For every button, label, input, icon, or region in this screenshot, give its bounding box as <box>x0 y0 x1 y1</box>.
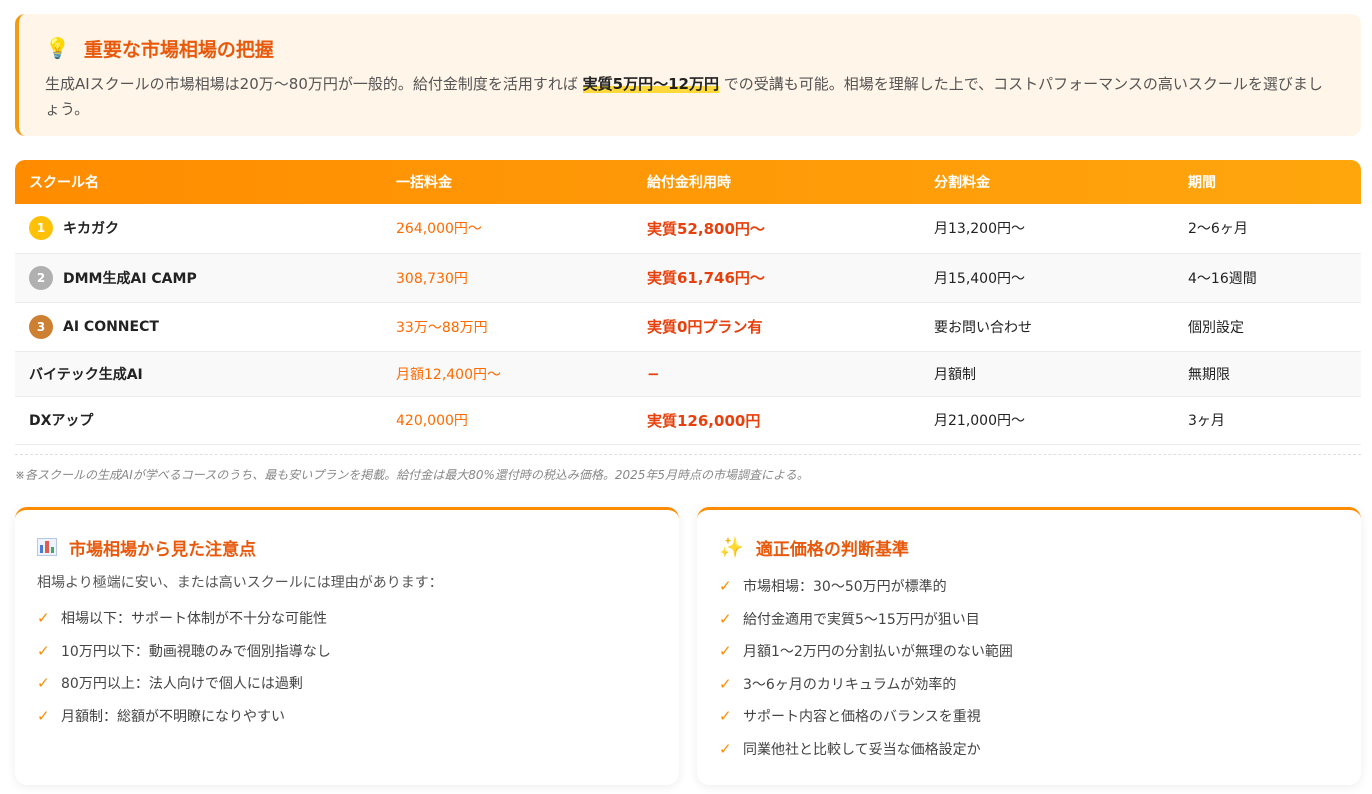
cell-lump-sum: 月額12,400円〜 <box>396 366 501 383</box>
school-name: DXアップ <box>29 413 94 429</box>
caution-card-title: 市場相場から見た注意点 <box>69 539 256 560</box>
check-icon: ✓ <box>719 707 732 726</box>
list-item: ✓ サポート内容と価格のバランスを重視 <box>719 700 1339 733</box>
cell-period: 3ヶ月 <box>1188 413 1225 429</box>
header-subsidy: 給付金利用時 <box>647 175 731 191</box>
criteria-card-title: 適正価格の判断基準 <box>755 539 909 560</box>
cell-installment: 月額制 <box>934 366 976 383</box>
list-item-text: 給付金適用で実質5〜15万円が狙い目 <box>743 611 980 628</box>
cell-installment: 要お問い合わせ <box>934 319 1032 336</box>
cell-subsidy: 実質0円プラン有 <box>647 318 763 336</box>
cell-school-name: 3 AI CONNECT <box>15 302 382 351</box>
cell-period: 4〜16週間 <box>1188 270 1257 287</box>
alert-highlight: 実質5万円〜12万円 <box>582 75 719 93</box>
alert-text: 生成AIスクールの市場相場は20万〜80万円が一般的。給付金制度を活用すれば 実… <box>45 72 1333 122</box>
rank-badge: 1 <box>29 216 53 241</box>
alert-title-row: 💡 重要な市場相場の把握 <box>45 34 1333 62</box>
table-row: バイテック生成AI 月額12,400円〜 − 月額制 無期限 <box>15 351 1361 396</box>
caution-list: ✓ 相場以下：サポート体制が不十分な可能性 ✓ 10万円以下：動画視聴のみで個別指導な… <box>37 602 657 732</box>
cell-period: 個別設定 <box>1188 319 1244 336</box>
cell-school-name: 2 DMM生成AI CAMP <box>15 253 382 302</box>
caution-card-title-row: 市場相場から見た注意点 <box>37 532 657 562</box>
check-icon: ✓ <box>719 577 732 596</box>
table-header-row: スクール名 一括料金 給付金利用時 分割料金 期間 <box>15 160 1361 204</box>
list-item: ✓ 相場以下：サポート体制が不十分な可能性 <box>37 602 657 635</box>
lightbulb-icon: 💡 <box>45 36 70 60</box>
rank-badge: 3 <box>29 314 53 339</box>
cell-installment: 月21,000円〜 <box>934 413 1025 429</box>
check-icon: ✓ <box>719 739 732 758</box>
cell-subsidy: 実質61,746円〜 <box>647 269 765 287</box>
list-item-text: 3〜6ヶ月のカリキュラムが効率的 <box>743 676 957 693</box>
list-item: ✓ 同業他社と比較して妥当な価格設定か <box>719 733 1339 766</box>
table-row: DXアップ 420,000円 実質126,000円 月21,000円〜 3ヶ月 <box>15 396 1361 444</box>
list-item-text: 市場相場：30〜50万円が標準的 <box>743 579 947 596</box>
list-item-text: 80万円以上：法人向けで個人には過剰 <box>61 676 303 693</box>
caution-card: 市場相場から見た注意点 相場より極端に安い、または高いスクールには理由があります… <box>15 507 679 785</box>
cell-subsidy: 実質126,000円 <box>647 411 761 430</box>
list-item: ✓ 市場相場：30〜50万円が標準的 <box>719 570 1339 603</box>
header-period: 期間 <box>1188 175 1216 191</box>
school-name: DMM生成AI CAMP <box>63 270 197 287</box>
cell-school-name: バイテック生成AI <box>15 351 382 396</box>
cell-period: 2〜6ヶ月 <box>1188 221 1248 238</box>
list-item-text: 10万円以下：動画視聴のみで個別指導なし <box>61 643 331 660</box>
table-row: 1 キカガク 264,000円〜 実質52,800円〜 月13,200円〜 2〜6… <box>15 204 1361 253</box>
criteria-list: ✓ 市場相場：30〜50万円が標準的 ✓ 給付金適用で実質5〜15万円が狙い目 ✓ 月額1… <box>719 570 1339 765</box>
list-item-text: 月額制：総額が不明瞭になりやすい <box>61 708 285 725</box>
cell-subsidy: 実質52,800円〜 <box>647 219 765 238</box>
check-icon: ✓ <box>37 641 50 660</box>
check-icon: ✓ <box>719 674 732 693</box>
cell-school-name: DXアップ <box>15 396 382 444</box>
cell-lump-sum: 33万〜88万円 <box>396 319 488 336</box>
list-item-text: サポート内容と価格のバランスを重視 <box>743 709 981 726</box>
list-item: ✓ 給付金適用で実質5〜15万円が狙い目 <box>719 603 1339 636</box>
table-note: ※各スクールの生成AIが学べるコースのうち、最も安いプランを掲載。給付金は最大8… <box>15 468 809 482</box>
school-name: AI CONNECT <box>63 318 159 335</box>
caution-card-intro: 相場より極端に安い、または高いスクールには理由があります： <box>37 575 443 591</box>
cell-lump-sum: 420,000円 <box>396 413 468 429</box>
list-item: ✓ 月額制：総額が不明瞭になりやすい <box>37 700 657 733</box>
cell-period: 無期限 <box>1188 366 1230 383</box>
cell-installment: 月13,200円〜 <box>934 221 1025 238</box>
header-school-name: スクール名 <box>29 175 99 191</box>
cell-school-name: 1 キカガク <box>15 204 382 253</box>
rank-badge: 2 <box>29 265 53 290</box>
check-icon: ✓ <box>37 706 50 725</box>
cell-subsidy: − <box>647 364 660 383</box>
cell-installment: 月15,400円〜 <box>934 270 1025 287</box>
bar-chart-icon <box>37 538 57 556</box>
criteria-card: ✨ 適正価格の判断基準 ✓ 市場相場：30〜50万円が標準的 ✓ 給付金適用で実質5〜… <box>697 507 1361 785</box>
price-comparison-table: スクール名 一括料金 給付金利用時 分割料金 期間 1 キカガク 264,000円… <box>15 160 1361 445</box>
market-price-alert: 💡 重要な市場相場の把握 生成AIスクールの市場相場は20万〜80万円が一般的。… <box>15 14 1361 136</box>
alert-title: 重要な市場相場の把握 <box>83 38 274 61</box>
criteria-card-title-row: ✨ 適正価格の判断基準 <box>719 532 1339 562</box>
school-name: キカガク <box>63 221 119 238</box>
list-item-text: 月額1〜2万円の分割払いが無理のない範囲 <box>743 644 1013 661</box>
header-installment: 分割料金 <box>934 175 990 191</box>
list-item: ✓ 10万円以下：動画視聴のみで個別指導なし <box>37 635 657 668</box>
check-icon: ✓ <box>37 609 50 628</box>
list-item: ✓ 80万円以上：法人向けで個人には過剰 <box>37 667 657 700</box>
table-note-divider <box>15 454 1361 455</box>
check-icon: ✓ <box>719 609 732 628</box>
list-item-text: 相場以下：サポート体制が不十分な可能性 <box>61 611 327 628</box>
table-row: 3 AI CONNECT 33万〜88万円 実質0円プラン有 要お問い合わせ 個別… <box>15 302 1361 351</box>
header-lump-sum: 一括料金 <box>396 175 452 191</box>
sparkles-icon: ✨ <box>719 535 744 559</box>
cell-lump-sum: 264,000円〜 <box>396 221 482 238</box>
alert-text-before: 生成AIスクールの市場相場は20万〜80万円が一般的。給付金制度を活用すれば <box>45 75 583 93</box>
check-icon: ✓ <box>719 642 732 661</box>
table-row: 2 DMM生成AI CAMP 308,730円 実質61,746円〜 月15,40… <box>15 253 1361 302</box>
list-item-text: 同業他社と比較して妥当な価格設定か <box>743 741 981 758</box>
list-item: ✓ 月額1〜2万円の分割払いが無理のない範囲 <box>719 635 1339 668</box>
school-name: バイテック生成AI <box>29 366 143 383</box>
list-item: ✓ 3〜6ヶ月のカリキュラムが効率的 <box>719 668 1339 701</box>
cell-lump-sum: 308,730円 <box>396 270 468 287</box>
check-icon: ✓ <box>37 674 50 693</box>
